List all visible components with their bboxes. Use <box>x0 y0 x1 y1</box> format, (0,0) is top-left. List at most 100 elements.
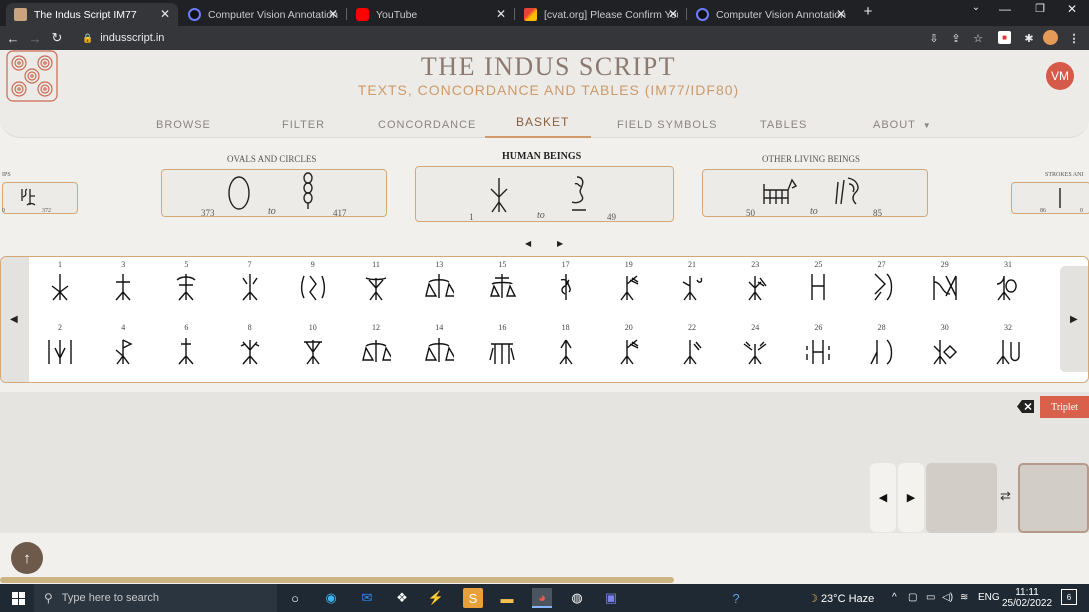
browser-tab[interactable]: Computer Vision Annotation Too ✕ <box>180 3 346 26</box>
sign-glyph-icon[interactable] <box>677 334 707 368</box>
browser-tab[interactable]: [cvat.org] Please Confirm Your E ✕ <box>516 3 686 26</box>
forward-icon[interactable]: → <box>26 31 44 46</box>
carousel-prev-icon[interactable]: ◀ <box>525 239 531 248</box>
sign-glyph-icon[interactable] <box>298 270 328 304</box>
url-field[interactable]: 🔒 indusscript.in <box>82 32 164 44</box>
teams-icon[interactable]: ▣ <box>601 588 621 608</box>
mail-icon[interactable]: ✉ <box>357 588 377 608</box>
sign-glyph-icon[interactable] <box>993 270 1023 304</box>
sign-glyph-icon[interactable] <box>614 334 644 368</box>
basket-prev-button[interactable]: ◀ <box>870 463 896 532</box>
extension-icon[interactable]: ■ <box>998 31 1011 44</box>
taskbar-search-field[interactable]: ⚲ Type here to search <box>34 584 277 612</box>
sign-glyph-icon[interactable] <box>45 334 75 368</box>
volume-icon[interactable]: ◁) <box>942 592 953 603</box>
file-explorer-icon[interactable]: ▬ <box>497 588 517 608</box>
nav-filter[interactable]: FILTER <box>282 119 325 131</box>
new-tab-icon[interactable]: + <box>858 3 878 20</box>
sign-glyph-icon[interactable] <box>551 334 581 368</box>
reload-icon[interactable]: ↻ <box>48 30 66 46</box>
sign-glyph-icon[interactable] <box>235 270 265 304</box>
sign-glyph-icon[interactable] <box>930 334 960 368</box>
notifications-icon[interactable]: 6 <box>1061 589 1077 605</box>
close-tab-icon[interactable]: ✕ <box>328 7 338 21</box>
profile-avatar-icon[interactable] <box>1043 30 1058 45</box>
close-window-icon[interactable]: ✕ <box>1062 2 1082 16</box>
nav-browse[interactable]: BROWSE <box>156 119 211 131</box>
sign-glyph-icon[interactable] <box>361 334 391 368</box>
dropbox-icon[interactable]: ❖ <box>392 588 412 608</box>
nav-field-symbols[interactable]: FIELD SYMBOLS <box>617 119 717 131</box>
browser-menu-icon[interactable]: ⋮ <box>1066 30 1082 46</box>
sign-glyph-icon[interactable] <box>108 334 138 368</box>
sign-glyph-icon[interactable] <box>235 334 265 368</box>
edge-icon[interactable]: ◉ <box>321 588 341 608</box>
share-icon[interactable]: ⇪ <box>948 30 964 46</box>
install-app-icon[interactable]: ⇩ <box>926 30 942 46</box>
sign-glyph-icon[interactable] <box>803 334 833 368</box>
battery-icon[interactable]: ▭ <box>926 592 935 603</box>
triplet-button[interactable]: Triplet <box>1040 396 1089 418</box>
sign-glyph-icon[interactable] <box>45 270 75 304</box>
close-tab-icon[interactable]: ✕ <box>496 7 506 21</box>
nav-concordance[interactable]: CONCORDANCE <box>378 119 476 131</box>
grid-next-icon[interactable]: ▶ <box>1070 314 1078 325</box>
grid-prev-icon[interactable]: ◀ <box>10 314 18 325</box>
sign-glyph-icon[interactable] <box>740 270 770 304</box>
nav-basket[interactable]: BASKET <box>516 115 569 129</box>
sign-glyph-icon[interactable] <box>551 270 581 304</box>
browser-tab[interactable]: Computer Vision Annotation Too ✕ <box>688 3 854 26</box>
sign-glyph-icon[interactable] <box>740 334 770 368</box>
scroll-to-top-button[interactable]: ↑ <box>11 542 43 574</box>
nav-tables[interactable]: TABLES <box>760 119 807 131</box>
category-card[interactable] <box>1011 182 1089 214</box>
sign-glyph-icon[interactable] <box>803 270 833 304</box>
back-icon[interactable]: ← <box>4 31 22 46</box>
task-view-icon[interactable]: ○ <box>285 588 305 608</box>
carousel-next-icon[interactable]: ▶ <box>557 239 563 248</box>
category-card[interactable] <box>2 182 78 214</box>
chrome-icon[interactable]: ◕ <box>532 588 552 608</box>
windows-start-icon[interactable] <box>8 588 28 608</box>
browser-tab[interactable]: YouTube ✕ <box>348 3 514 26</box>
tray-chevron-icon[interactable]: ^ <box>892 592 897 603</box>
sign-glyph-icon[interactable] <box>361 270 391 304</box>
sign-glyph-icon[interactable] <box>171 270 201 304</box>
sublime-text-icon[interactable]: S <box>463 588 483 608</box>
sign-glyph-icon[interactable] <box>171 334 201 368</box>
sign-glyph-icon[interactable] <box>677 270 707 304</box>
sign-glyph-icon[interactable] <box>487 334 517 368</box>
sign-glyph-icon[interactable] <box>993 334 1023 368</box>
sign-glyph-icon[interactable] <box>298 334 328 368</box>
basket-next-button[interactable]: ▶ <box>898 463 924 532</box>
swap-icon[interactable]: ⇄ <box>1000 488 1011 504</box>
sign-glyph-icon[interactable] <box>930 270 960 304</box>
bookmark-star-icon[interactable]: ☆ <box>970 30 986 46</box>
close-tab-icon[interactable]: ✕ <box>668 7 678 21</box>
close-tab-icon[interactable]: ✕ <box>160 7 170 21</box>
extensions-puzzle-icon[interactable]: ✱ <box>1021 30 1037 46</box>
weather-widget[interactable]: ☽ 23°C Haze <box>808 592 874 605</box>
clock[interactable]: 11:11 25/02/2022 <box>1002 587 1052 609</box>
sign-glyph-icon[interactable] <box>614 270 644 304</box>
language-indicator[interactable]: ENG <box>978 592 1000 603</box>
wifi-icon[interactable]: ≋ <box>960 592 968 603</box>
tray-app-icon[interactable]: ▢ <box>908 592 917 603</box>
app-icon[interactable]: ◍ <box>567 588 587 608</box>
sign-glyph-icon[interactable] <box>424 270 455 304</box>
tab-search-icon[interactable]: ⌄ <box>966 2 986 13</box>
user-avatar[interactable]: VM <box>1046 62 1074 90</box>
restore-icon[interactable]: ❐ <box>1030 2 1050 15</box>
app-icon[interactable]: ⚡ <box>426 588 446 608</box>
sign-glyph-icon[interactable] <box>867 270 897 304</box>
browser-tab[interactable]: The Indus Script IM77 ✕ <box>6 3 178 26</box>
minimize-icon[interactable]: — <box>995 2 1015 16</box>
sign-glyph-icon[interactable] <box>867 334 897 368</box>
backspace-clear-icon[interactable] <box>1017 400 1034 413</box>
basket-slot[interactable] <box>1018 463 1089 533</box>
sign-glyph-icon[interactable] <box>108 270 138 304</box>
nav-about[interactable]: ABOUT ▼ <box>873 119 932 131</box>
close-tab-icon[interactable]: ✕ <box>836 7 846 21</box>
help-icon[interactable]: ? <box>726 588 746 608</box>
horizontal-scrollbar[interactable] <box>0 577 674 583</box>
